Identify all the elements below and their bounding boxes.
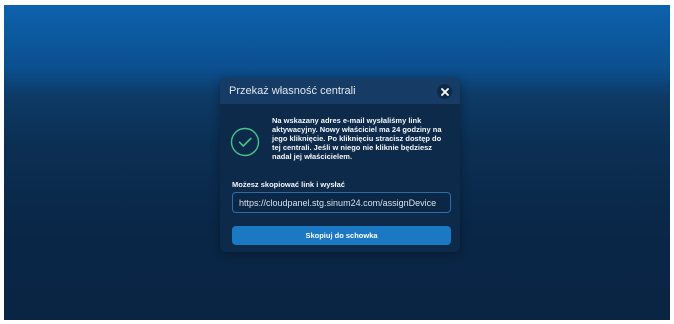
app-background: Przekaż własność centrali Na wskazany ad… — [4, 5, 670, 320]
dialog-title: Przekaż własność centrali — [229, 85, 356, 97]
close-icon — [440, 87, 449, 96]
activation-message: Na wskazany adres e-mail wysłaliśmy link… — [272, 116, 442, 161]
copy-link-label: Możesz skopiować link i wysłać — [232, 180, 345, 189]
check-circle-icon — [230, 127, 260, 157]
dialog-header: Przekaż własność centrali — [220, 78, 460, 104]
close-button[interactable] — [437, 84, 452, 99]
transfer-ownership-dialog: Przekaż własność centrali Na wskazany ad… — [220, 78, 460, 252]
link-field[interactable] — [232, 192, 451, 213]
copy-to-clipboard-button[interactable]: Skopiuj do schowka — [232, 226, 451, 245]
